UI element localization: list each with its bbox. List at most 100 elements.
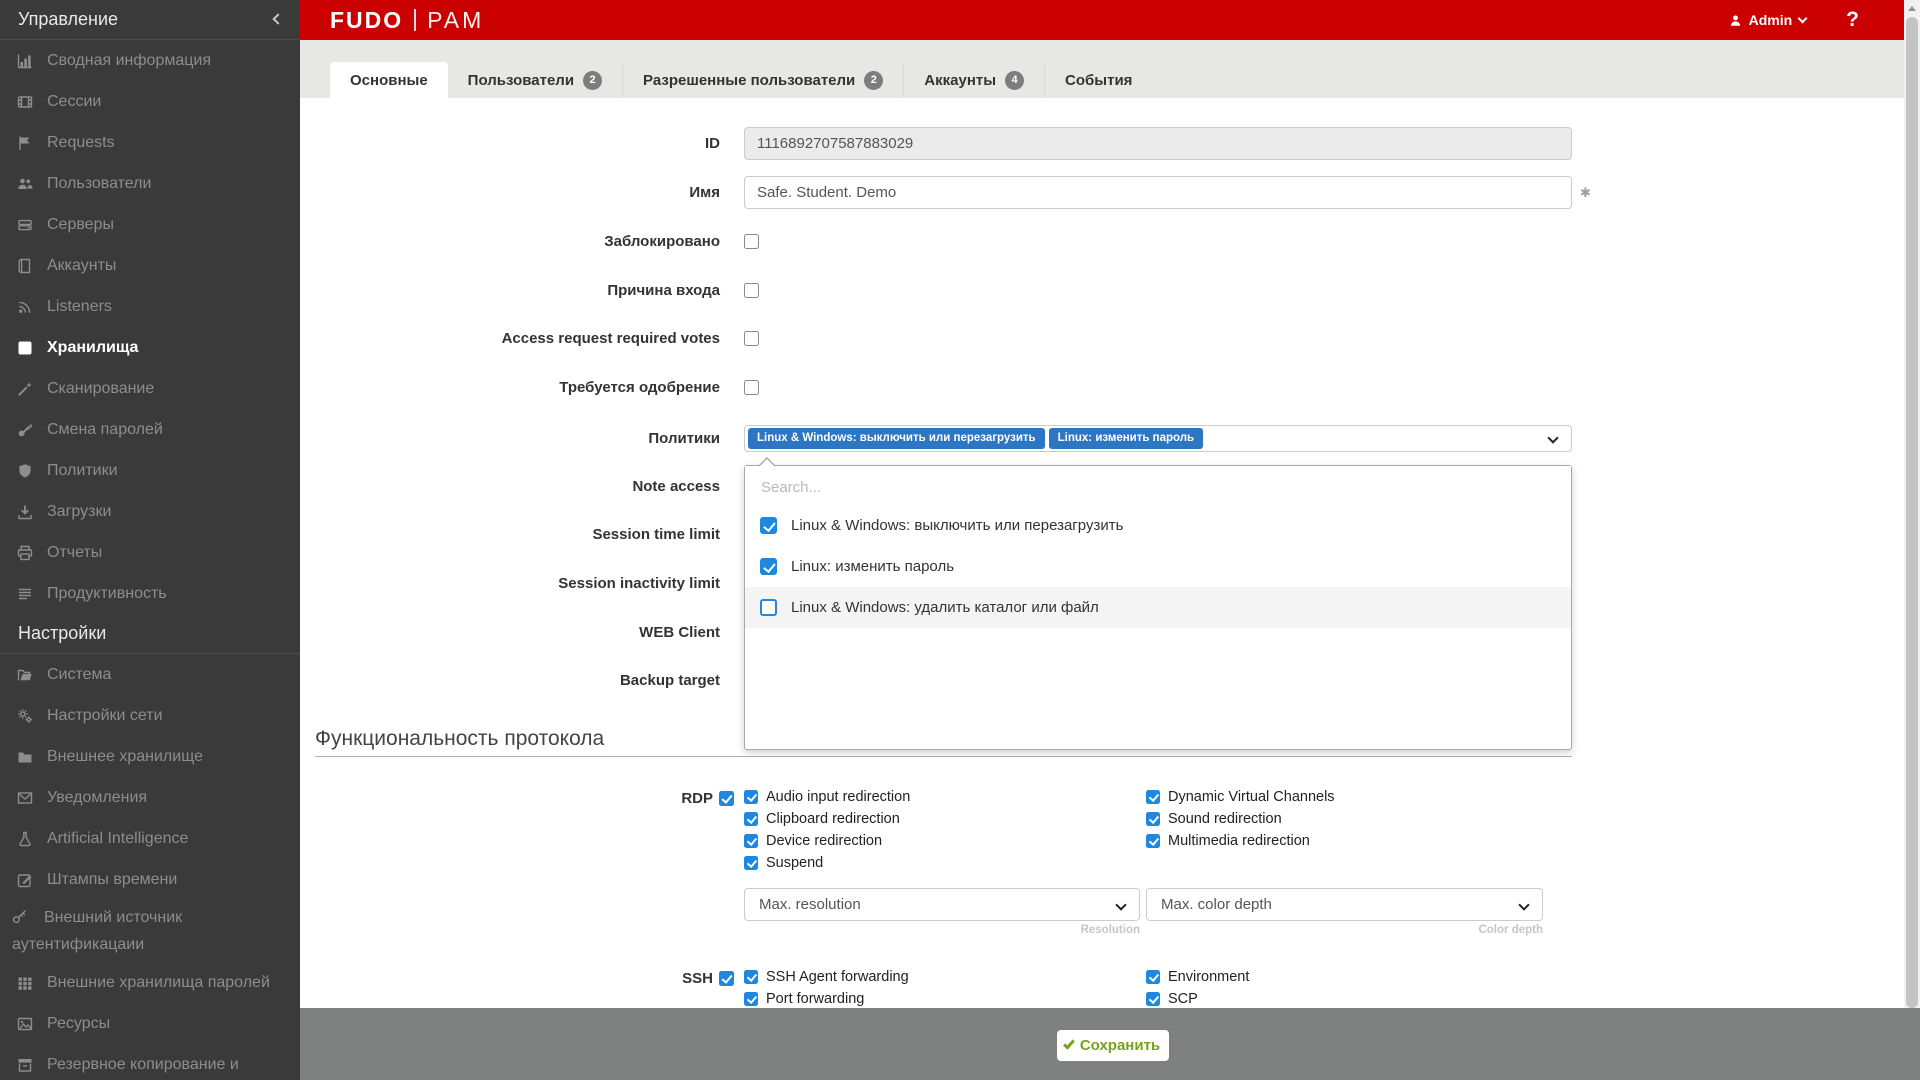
rdp-option-checkbox[interactable] (1146, 812, 1160, 826)
web-client-label: WEB Client (300, 623, 720, 643)
blocked-checkbox[interactable] (744, 234, 759, 249)
ssh-option[interactable]: SSH Agent forwarding (744, 970, 909, 984)
tab-accounts[interactable]: Аккаунты 4 (904, 62, 1045, 98)
sidebar-item-reports[interactable]: Отчеты (0, 532, 300, 573)
help-button[interactable]: ? (1846, 8, 1859, 32)
ssh-option[interactable]: Port forwarding (744, 992, 909, 1006)
vertical-scrollbar[interactable] (1904, 0, 1920, 1080)
sidebar-item-summary[interactable]: Сводная информация (0, 40, 300, 81)
rdp-option-checkbox[interactable] (744, 856, 758, 870)
sidebar-section-manage-title: Управление (18, 9, 118, 30)
pencil-square-icon (16, 872, 34, 888)
approval-required-checkbox[interactable] (744, 380, 759, 395)
rdp-option[interactable]: Multimedia redirection (1146, 834, 1335, 848)
sidebar-collapse-icon[interactable] (272, 13, 283, 24)
policy-option-checkbox[interactable] (760, 517, 777, 534)
envelope-icon (16, 790, 34, 806)
session-inactivity-limit-label: Session inactivity limit (300, 574, 720, 594)
rdp-option-checkbox[interactable] (744, 790, 758, 804)
sidebar-item-sessions[interactable]: Сессии (0, 81, 300, 122)
ssh-option-checkbox[interactable] (1146, 970, 1160, 984)
sidebar-item-label: Artificial Intelligence (47, 830, 188, 848)
rdp-options-col2: Dynamic Virtual Channels Sound redirecti… (1146, 790, 1335, 848)
sidebar-item-timestamps[interactable]: Штампы времени (0, 859, 300, 900)
printer-icon (16, 545, 34, 561)
sidebar-item-password-change[interactable]: Смена паролей (0, 409, 300, 450)
sidebar-item-external-password-vaults[interactable]: Внешние хранилища паролей (0, 962, 300, 1003)
film-icon (16, 94, 34, 110)
resolution-select[interactable]: Max. resolution (744, 888, 1140, 921)
ssh-option[interactable]: SCP (1146, 992, 1249, 1006)
sidebar-item-requests[interactable]: Requests (0, 122, 300, 163)
sidebar-item-storage[interactable]: Хранилища (0, 327, 300, 368)
tab-users[interactable]: Пользователи 2 (448, 62, 623, 98)
name-label: Имя (300, 184, 720, 201)
rdp-option-checkbox[interactable] (744, 812, 758, 826)
sidebar-item-backup[interactable]: Резервное копирование и (0, 1044, 300, 1080)
tab-events[interactable]: События (1045, 62, 1152, 98)
chevron-down-icon (1115, 899, 1126, 910)
sidebar-item-ai[interactable]: Artificial Intelligence (0, 818, 300, 859)
sidebar-item-policies[interactable]: Политики (0, 450, 300, 491)
scrollbar-thumb[interactable] (1906, 17, 1918, 1008)
key-icon (12, 908, 30, 924)
sidebar-item-productivity[interactable]: Продуктивность (0, 573, 300, 614)
scroll-up-button[interactable] (1904, 0, 1920, 16)
rdp-option[interactable]: Device redirection (744, 834, 910, 848)
sidebar-item-notifications[interactable]: Уведомления (0, 777, 300, 818)
sidebar-item-label: Внешние хранилища паролей (47, 974, 270, 992)
policy-option[interactable]: Linux & Windows: удалить каталог или фай… (745, 587, 1571, 628)
rdp-option[interactable]: Clipboard redirection (744, 812, 910, 826)
color-depth-select[interactable]: Max. color depth (1146, 888, 1543, 921)
sidebar-item-scanning[interactable]: Сканирование (0, 368, 300, 409)
rdp-option-checkbox[interactable] (1146, 790, 1160, 804)
ssh-option-checkbox[interactable] (1146, 992, 1160, 1006)
sidebar-item-label: Внешнее хранилище (47, 748, 203, 766)
rdp-option[interactable]: Audio input redirection (744, 790, 910, 804)
rdp-enabled-checkbox[interactable] (719, 791, 734, 806)
sidebar-item-network-settings[interactable]: Настройки сети (0, 695, 300, 736)
policy-option-checkbox[interactable] (760, 558, 777, 575)
sidebar-item-label: Внешний источник аутентификацаии (12, 909, 182, 953)
tab-general[interactable]: Основные (330, 62, 448, 98)
ssh-option[interactable]: Environment (1146, 970, 1249, 984)
sidebar-item-system[interactable]: Система (0, 654, 300, 695)
sidebar-item-listeners[interactable]: Listeners (0, 286, 300, 327)
sidebar-item-resources[interactable]: Ресурсы (0, 1003, 300, 1044)
id-label: ID (300, 135, 720, 152)
ssh-row-label: SSH (300, 970, 734, 987)
ssh-option-checkbox[interactable] (744, 992, 758, 1006)
login-reason-checkbox[interactable] (744, 283, 759, 298)
required-votes-label: Access request required votes (300, 330, 720, 347)
rdp-option[interactable]: Suspend (744, 856, 910, 870)
sidebar-item-accounts[interactable]: Аккаунты (0, 245, 300, 286)
rdp-option[interactable]: Dynamic Virtual Channels (1146, 790, 1335, 804)
sidebar-item-servers[interactable]: Серверы (0, 204, 300, 245)
sidebar-item-external-storage[interactable]: Внешнее хранилище (0, 736, 300, 777)
policy-option-checkbox[interactable] (760, 599, 777, 616)
rdp-option[interactable]: Sound redirection (1146, 812, 1335, 826)
rdp-options-col1: Audio input redirection Clipboard redire… (744, 790, 910, 870)
policies-search-input[interactable] (745, 466, 1571, 505)
tab-badge: 4 (1005, 71, 1024, 90)
policy-option[interactable]: Linux: изменить пароль (745, 546, 1571, 587)
policy-tag: Linux: изменить пароль (1049, 428, 1203, 450)
policy-option[interactable]: Linux & Windows: выключить или перезагру… (745, 505, 1571, 546)
policies-dropdown-panel: Linux & Windows: выключить или перезагру… (744, 465, 1572, 750)
required-votes-checkbox[interactable] (744, 331, 759, 346)
save-button[interactable]: Сохранить (1057, 1030, 1169, 1061)
user-menu[interactable]: Admin (1729, 12, 1807, 28)
ssh-options-col2: Environment SCP (1146, 970, 1249, 1006)
rdp-option-checkbox[interactable] (1146, 834, 1160, 848)
color-depth-hint: Color depth (1146, 924, 1543, 936)
sidebar-item-label: Сессии (47, 93, 101, 111)
sidebar-item-downloads[interactable]: Загрузки (0, 491, 300, 532)
sidebar-item-external-auth[interactable]: Внешний источник аутентификацаии (0, 900, 300, 962)
policies-multiselect[interactable]: Linux & Windows: выключить или перезагру… (744, 425, 1572, 452)
name-input[interactable] (744, 176, 1572, 209)
tab-allowed-users[interactable]: Разрешенные пользователи 2 (623, 62, 904, 98)
rdp-option-checkbox[interactable] (744, 834, 758, 848)
ssh-enabled-checkbox[interactable] (719, 971, 734, 986)
ssh-option-checkbox[interactable] (744, 970, 758, 984)
sidebar-item-users[interactable]: Пользователи (0, 163, 300, 204)
